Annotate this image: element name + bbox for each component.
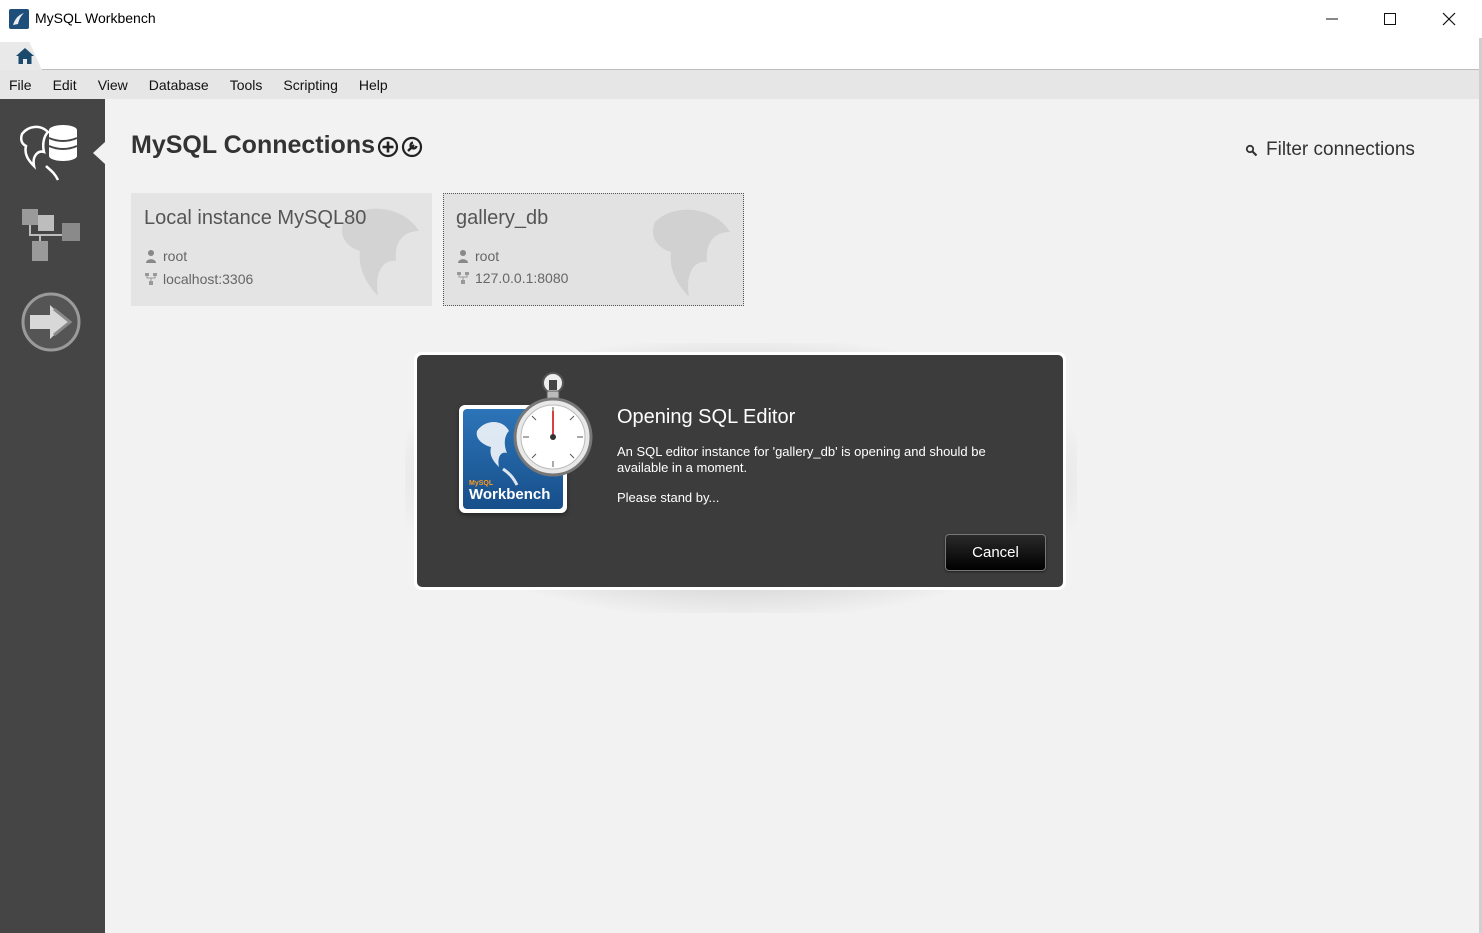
- connection-user: root: [475, 248, 500, 264]
- page-title: MySQL Connections: [131, 131, 376, 159]
- migration-icon: [21, 292, 81, 352]
- menu-scripting[interactable]: Scripting: [283, 77, 337, 93]
- menu-bar: File Edit View Database Tools Scripting …: [0, 70, 1482, 99]
- dialog-title: Opening SQL Editor: [617, 406, 796, 428]
- tab-strip: [0, 38, 1482, 70]
- user-icon: [146, 250, 156, 263]
- dialog-standby-text: Please stand by...: [617, 490, 720, 505]
- network-icon: [145, 273, 157, 285]
- minimize-icon: [1326, 18, 1338, 20]
- connection-tile-local-instance[interactable]: Local instance MySQL80 root localhost:33…: [131, 193, 432, 306]
- user-icon: [458, 250, 468, 263]
- connection-name: Local instance MySQL80: [144, 207, 367, 229]
- left-sidebar: [0, 99, 105, 933]
- menu-help[interactable]: Help: [359, 77, 388, 93]
- logo-workbench-text: Workbench: [469, 486, 551, 503]
- sidebar-item-models[interactable]: [16, 201, 86, 271]
- filter-connections[interactable]: Filter connections: [1245, 139, 1415, 161]
- connection-actions: [377, 136, 423, 158]
- maximize-button[interactable]: [1361, 0, 1419, 38]
- stopwatch-icon: [513, 372, 593, 477]
- app-window: MySQL Workbench File Edit View Database …: [0, 0, 1482, 933]
- home-icon: [16, 48, 34, 64]
- window-title: MySQL Workbench: [35, 10, 156, 26]
- connection-user-row: root: [144, 248, 187, 264]
- dolphin-watermark-icon: [652, 209, 730, 297]
- cancel-button[interactable]: Cancel: [945, 534, 1046, 571]
- close-icon: [1442, 12, 1456, 26]
- menu-edit[interactable]: Edit: [53, 77, 77, 93]
- network-icon: [457, 272, 469, 284]
- close-button[interactable]: [1420, 0, 1478, 38]
- opening-sql-editor-dialog: MySQL Workbench Opening SQL Editor An SQ…: [414, 352, 1066, 590]
- mysql-workbench-app-icon: [9, 9, 29, 29]
- connection-host-row: 127.0.0.1:8080: [456, 270, 568, 286]
- menu-file[interactable]: File: [9, 77, 32, 93]
- connection-tile-gallery-db[interactable]: gallery_db root 127.0.0.1:8080: [443, 193, 744, 306]
- dialog-message: An SQL editor instance for 'gallery_db' …: [617, 444, 986, 475]
- connections-icon: [19, 125, 78, 181]
- connection-host-row: localhost:3306: [144, 271, 253, 287]
- filter-label: Filter connections: [1266, 139, 1415, 160]
- connection-host: localhost:3306: [163, 271, 254, 287]
- minimize-button[interactable]: [1303, 0, 1361, 38]
- models-icon: [22, 209, 80, 261]
- connection-user: root: [163, 248, 188, 264]
- sidebar-item-migration[interactable]: [16, 287, 86, 357]
- connection-user-row: root: [456, 248, 499, 264]
- title-bar: MySQL Workbench: [0, 0, 1482, 38]
- sidebar-item-connections[interactable]: [16, 114, 86, 184]
- menu-view[interactable]: View: [98, 77, 128, 93]
- active-item-pointer: [93, 142, 105, 164]
- manage-connections-icon[interactable]: [401, 136, 423, 158]
- connection-name: gallery_db: [456, 207, 549, 229]
- search-icon: [1245, 144, 1258, 156]
- maximize-icon: [1384, 13, 1396, 25]
- add-connection-icon[interactable]: [377, 136, 399, 158]
- menu-database[interactable]: Database: [149, 77, 209, 93]
- menu-tools[interactable]: Tools: [230, 77, 263, 93]
- connection-host: 127.0.0.1:8080: [475, 270, 569, 286]
- tab-home[interactable]: [0, 42, 42, 70]
